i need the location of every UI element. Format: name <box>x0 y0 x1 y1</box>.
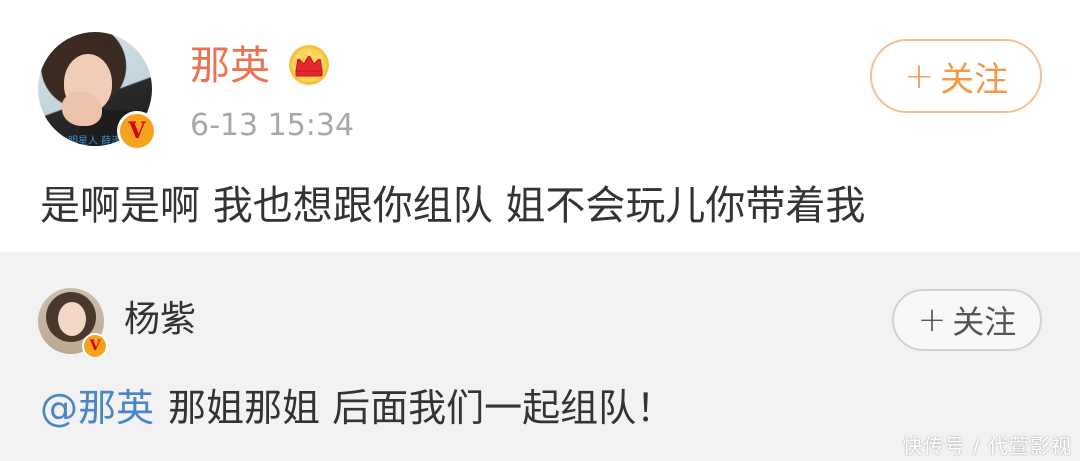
mention-link[interactable]: @那英 <box>40 386 154 430</box>
plus-icon: + <box>903 55 935 97</box>
follow-button[interactable]: + 关注 <box>870 39 1042 113</box>
follow-button-label: 关注 <box>952 303 1017 341</box>
reply-text: 那姐那姐 后面我们一起组队！ <box>168 386 675 430</box>
source-watermark: 快传号 / 代萱影视 <box>902 434 1072 458</box>
plus-icon: + <box>917 300 947 340</box>
post-timestamp: 6-13 15:34 <box>190 108 355 143</box>
reply-text-line: @那英 那姐那姐 后面我们一起组队！ <box>40 384 674 432</box>
reply-follow-button[interactable]: + 关注 <box>892 289 1042 351</box>
avatar-hand <box>62 92 102 126</box>
verified-badge-icon: V <box>82 333 108 359</box>
post-text: 是啊是啊 我也想跟你组队 姐不会玩儿你带着我 <box>40 183 866 229</box>
author-name[interactable]: 那英 <box>190 42 270 90</box>
avatar-face <box>58 302 86 336</box>
crown-icon <box>289 45 329 85</box>
avatar-watermark-text: 明星人 薛泽 <box>68 136 122 146</box>
reply-author-name[interactable]: 杨紫 <box>124 298 196 342</box>
follow-button-label: 关注 <box>940 59 1009 100</box>
verified-badge-icon: V <box>117 111 157 151</box>
